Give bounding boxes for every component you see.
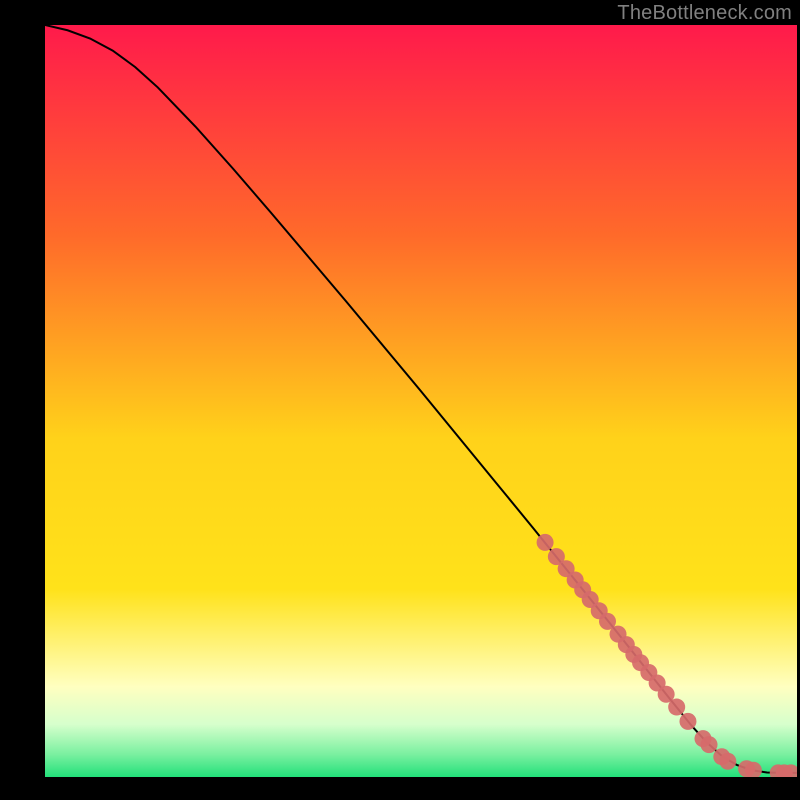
plot-area [45,25,797,777]
chart-container: TheBottleneck.com [0,0,800,800]
data-point [679,713,696,730]
gradient-background [45,25,797,777]
data-point [668,699,685,716]
attribution-text: TheBottleneck.com [617,2,792,25]
plot-svg [45,25,797,777]
data-point [719,753,736,770]
data-point [537,534,554,551]
data-point [701,736,718,753]
